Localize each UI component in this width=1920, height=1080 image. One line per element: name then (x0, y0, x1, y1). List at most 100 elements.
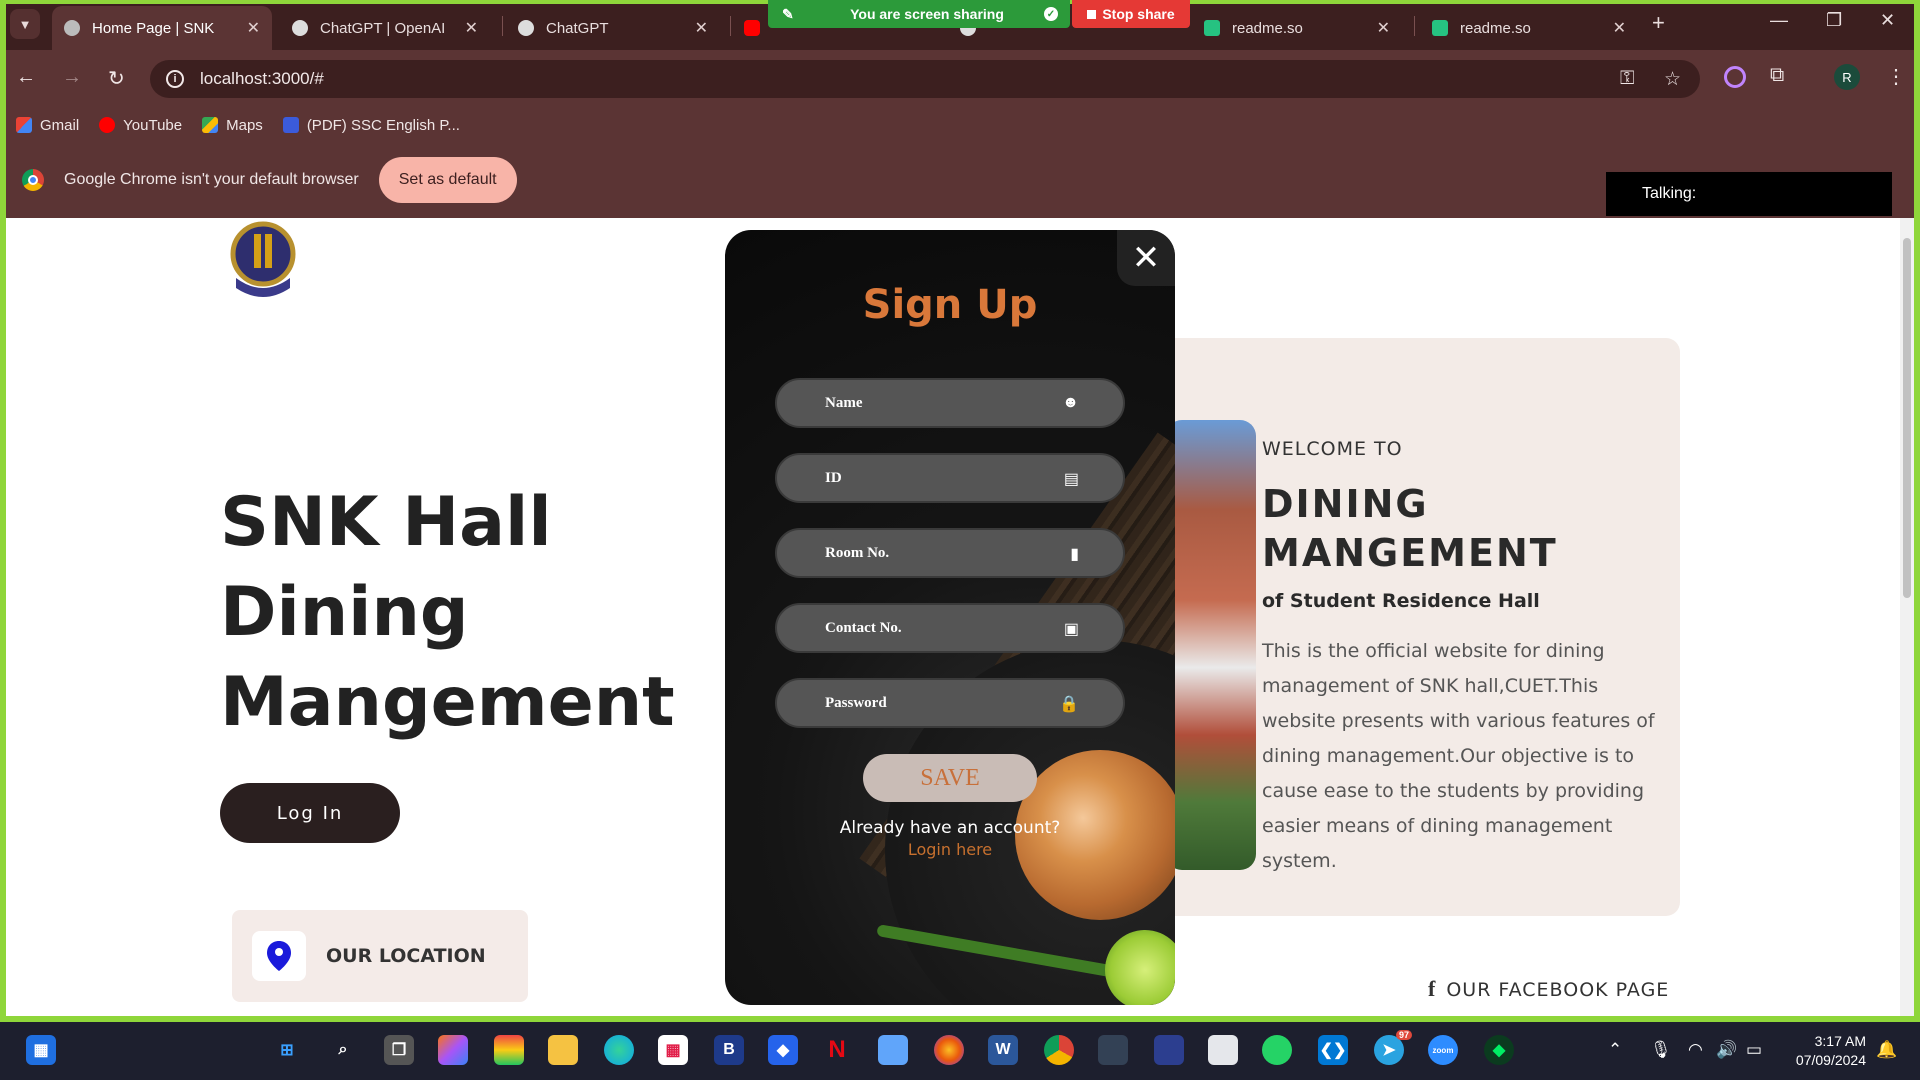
user-icon: ☻ (1062, 394, 1079, 411)
dropbox-icon[interactable]: ◆ (768, 1035, 798, 1065)
app-icon[interactable] (1098, 1035, 1128, 1065)
app-icon[interactable] (1208, 1035, 1238, 1065)
room-field[interactable]: ▮ (775, 528, 1125, 578)
microphone-icon[interactable]: 🎙 (1650, 1040, 1672, 1060)
start-icon[interactable]: ⊞ (272, 1035, 302, 1065)
forward-button[interactable]: → (62, 66, 82, 89)
site-info-icon[interactable]: i (166, 70, 184, 88)
close-tab-icon[interactable]: ✕ (465, 18, 478, 38)
login-button[interactable]: Log In (220, 783, 400, 843)
avatar[interactable]: R (1834, 64, 1860, 90)
widgets-icon[interactable]: ▦ (26, 1035, 56, 1065)
clock-time: 3:17 AM (1814, 1033, 1866, 1049)
menu-dots-icon[interactable]: ⋮ (1886, 64, 1906, 89)
extension-icon[interactable] (1724, 66, 1746, 88)
scrollbar-thumb[interactable] (1903, 238, 1911, 598)
address-bar[interactable]: i localhost:3000/# ⚿ ☆ (150, 60, 1700, 98)
b-app-icon[interactable]: B (714, 1035, 744, 1065)
tab-separator (502, 16, 503, 36)
notification-badge: 97 (1395, 1030, 1412, 1040)
tab-readme-2[interactable]: readme.so ✕ (1420, 6, 1638, 50)
mongodb-icon[interactable]: ◆ (1484, 1035, 1514, 1065)
store-icon[interactable]: ▦ (658, 1035, 688, 1065)
bluestacks-icon[interactable] (494, 1035, 524, 1065)
password-input[interactable] (825, 694, 1055, 712)
bookmark-star-icon[interactable]: ☆ (1664, 68, 1681, 91)
edge-icon[interactable] (604, 1035, 634, 1065)
tab-search-button[interactable]: ▼ (10, 9, 40, 39)
close-window-button[interactable]: ✕ (1880, 10, 1895, 31)
telegram-icon[interactable]: ➤ 97 (1374, 1030, 1412, 1065)
id-card-icon: ▤ (1063, 471, 1079, 488)
app-icon[interactable] (1154, 1035, 1184, 1065)
bookmark-pdf[interactable]: (PDF) SSC English P... (282, 117, 460, 134)
volume-icon[interactable]: 🔊 (1716, 1040, 1737, 1060)
battery-icon[interactable]: ▭ (1746, 1040, 1762, 1060)
task-view-icon[interactable]: ❐ (384, 1035, 414, 1065)
close-modal-button[interactable]: ✕ (1117, 230, 1175, 286)
gmail-icon (16, 117, 32, 133)
login-here-link[interactable]: Login here (725, 840, 1175, 859)
save-button[interactable]: SAVE (863, 754, 1037, 802)
notifications-icon[interactable]: 🔔 (1876, 1040, 1897, 1060)
browser-toolbar: ← → ↻ i localhost:3000/# ⚿ ☆ ⧉ R ⋮ (0, 50, 1920, 108)
bookmarks-bar: Gmail YouTube Maps (PDF) SSC English P..… (0, 108, 1920, 142)
close-tab-icon[interactable]: ✕ (695, 18, 708, 38)
zoom-icon[interactable]: zoom (1428, 1035, 1458, 1065)
tab-chatgpt[interactable]: ChatGPT ✕ (506, 6, 720, 50)
contact-field[interactable]: ▣ (775, 603, 1125, 653)
whatsapp-icon[interactable] (1262, 1035, 1292, 1065)
page-scrollbar[interactable] (1900, 218, 1914, 1022)
close-tab-icon[interactable]: ✕ (1613, 18, 1626, 38)
stop-share-label: Stop share (1102, 6, 1175, 22)
clock-date: 07/09/2024 (1795, 1052, 1866, 1068)
vscode-icon[interactable]: ❮❯ (1318, 1035, 1348, 1065)
facebook-label: OUR FACEBOOK PAGE (1446, 979, 1670, 1001)
password-field[interactable]: 🔒 (775, 678, 1125, 728)
tab-readme-1[interactable]: readme.so ✕ (1192, 6, 1402, 50)
chrome-icon[interactable] (1044, 1035, 1074, 1065)
tab-home-page[interactable]: Home Page | SNK ✕ (52, 6, 272, 50)
name-field[interactable]: ☻ (775, 378, 1125, 428)
avatar-initial: R (1842, 69, 1852, 85)
talking-label: Talking: (1642, 185, 1697, 202)
readme-icon (1204, 20, 1220, 36)
netflix-icon[interactable]: N (822, 1035, 852, 1065)
bookmark-youtube[interactable]: YouTube (99, 117, 182, 134)
file-explorer-icon[interactable] (548, 1035, 578, 1065)
bookmark-gmail[interactable]: Gmail (16, 117, 79, 134)
id-field[interactable]: ▤ (775, 453, 1125, 503)
room-input[interactable] (825, 544, 1055, 562)
wifi-icon[interactable]: ◠ (1688, 1040, 1703, 1060)
reload-button[interactable]: ↻ (108, 66, 125, 91)
close-tab-icon[interactable]: ✕ (247, 18, 260, 38)
firefox-icon[interactable] (934, 1035, 964, 1065)
location-card[interactable]: OUR LOCATION (232, 910, 528, 1002)
extensions-puzzle-icon[interactable]: ⧉ (1770, 64, 1784, 87)
key-icon[interactable]: ⚿ (1620, 68, 1634, 90)
app-icon[interactable] (878, 1035, 908, 1065)
tab-chatgpt-openai[interactable]: ChatGPT | OpenAI ✕ (280, 6, 490, 50)
copilot-icon[interactable] (438, 1035, 468, 1065)
back-button[interactable]: ← (16, 66, 36, 89)
set-default-button[interactable]: Set as default (378, 157, 517, 203)
new-tab-button[interactable]: + (1652, 10, 1665, 36)
chevron-up-icon[interactable]: ⌃ (1608, 1040, 1622, 1060)
minimize-button[interactable]: — (1770, 10, 1788, 31)
taskbar-clock[interactable]: 3:17 AM 07/09/2024 (1776, 1032, 1866, 1070)
facebook-link[interactable]: f OUR FACEBOOK PAGE (1428, 976, 1669, 1002)
id-input[interactable] (825, 469, 1055, 487)
bookmark-maps[interactable]: Maps (202, 117, 263, 134)
close-tab-icon[interactable]: ✕ (1377, 18, 1390, 38)
search-icon[interactable]: ⌕ (328, 1035, 358, 1065)
word-icon[interactable]: W (988, 1035, 1018, 1065)
contact-input[interactable] (825, 619, 1055, 637)
pen-icon: ✎ (782, 5, 794, 22)
restore-button[interactable]: ❐ (1826, 10, 1842, 31)
name-input[interactable] (825, 394, 1055, 412)
shield-icon: ✓ (1044, 7, 1058, 21)
tab-youtube[interactable] (732, 6, 772, 50)
stop-share-button[interactable]: Stop share (1072, 0, 1190, 28)
maps-icon (202, 117, 219, 133)
facebook-icon: f (1428, 976, 1437, 1001)
